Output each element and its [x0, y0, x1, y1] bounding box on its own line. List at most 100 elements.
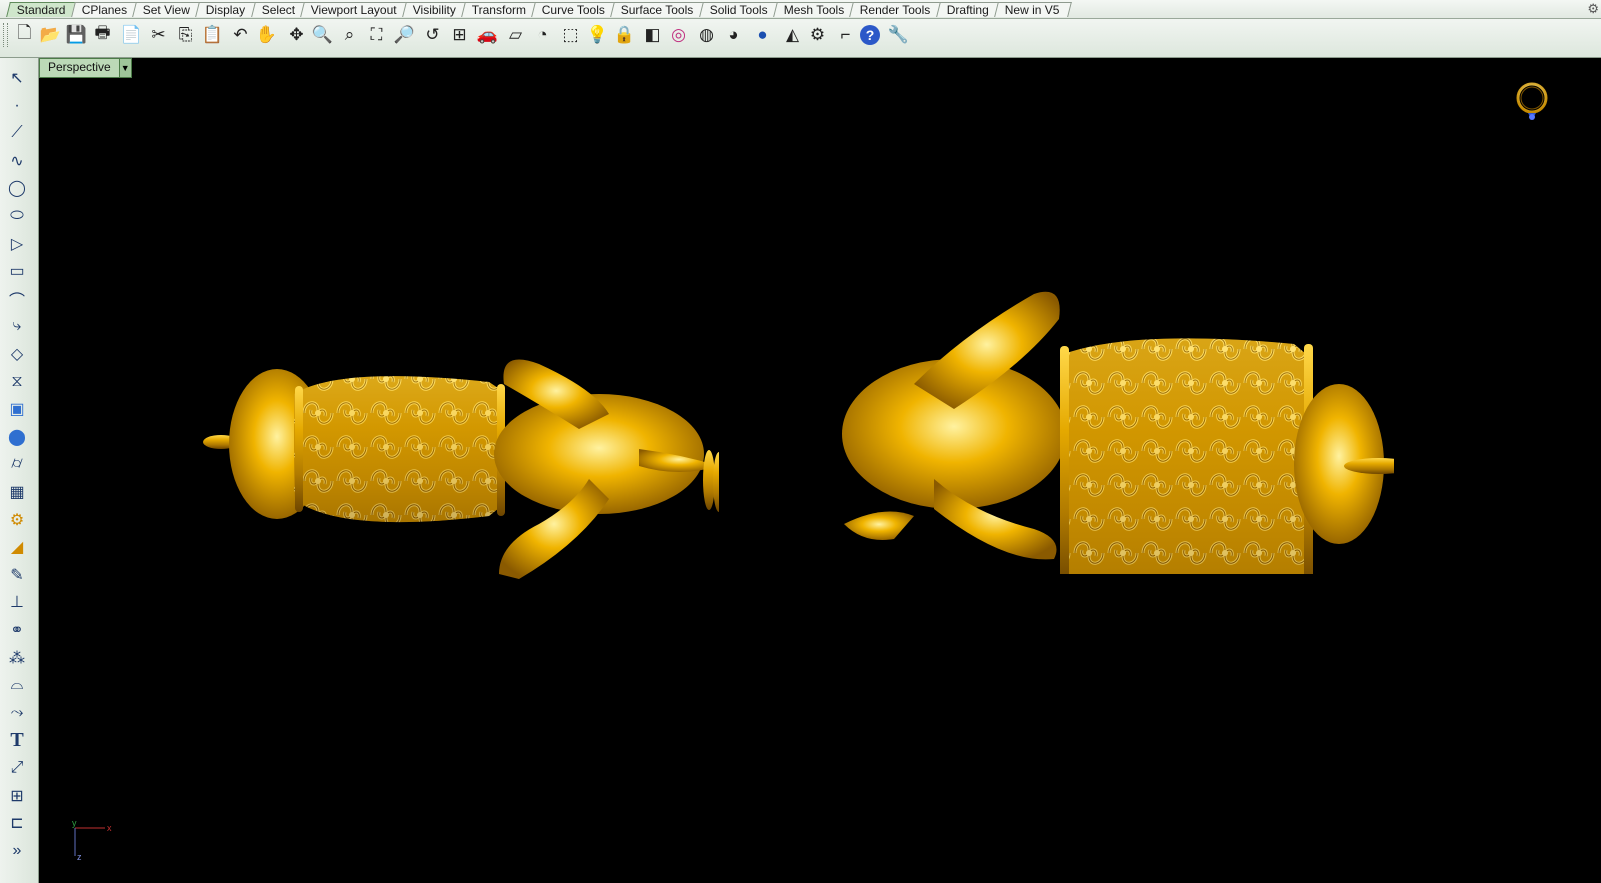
zoom-extents-icon[interactable]: ⛶ [364, 22, 389, 47]
open-folder-icon[interactable]: 📂 [38, 22, 63, 47]
more-icon[interactable]: » [4, 839, 30, 863]
tab-solid-tools[interactable]: Solid Tools [698, 2, 780, 17]
arc-icon[interactable]: ⌒ [4, 287, 30, 311]
paste-icon[interactable]: 📋 [200, 22, 225, 47]
viewport-title-tab[interactable]: Perspective ▼ [39, 58, 132, 78]
select-arrow-icon[interactable]: ↖ [4, 66, 30, 90]
tab-label: Viewport Layout [310, 3, 397, 17]
help-icon[interactable]: ? [860, 25, 880, 45]
viewport-menu-arrow-icon[interactable]: ▼ [118, 59, 131, 77]
polyline-icon[interactable]: ⟋ [4, 121, 30, 145]
point-icon[interactable]: · [4, 94, 30, 118]
tab-transform[interactable]: Transform [461, 2, 538, 17]
extend-icon[interactable]: ⤳ [4, 701, 30, 725]
four-viewports-icon[interactable]: ⊞ [447, 22, 472, 47]
tab-label: Render Tools [859, 3, 931, 17]
dimension-left-icon[interactable]: ⊏ [4, 811, 30, 835]
axis-y-label: y [72, 818, 77, 828]
fillet-curve-icon[interactable]: ⤷ [4, 314, 30, 338]
polygon-icon[interactable]: ▷ [4, 232, 30, 256]
tab-label: Surface Tools [621, 3, 694, 17]
main-left-toolbar: ↖ · ⟋ ∿ ◯ ⬭ ▷ ▭ ⌒ ⤷ ◇ ⧖ ▣ ⬤ ⌭ ▦ ⚙ ◢ ✎ ⊥ ⚭ ⁂ ⌓ ⤳ T ⤢ ⊞ ⊏ » [0, 58, 39, 883]
tab-display[interactable]: Display [195, 2, 258, 17]
mesh-icon[interactable]: ▦ [4, 480, 30, 504]
cut-icon[interactable]: ✂ [146, 22, 171, 47]
zoom-window-icon[interactable]: ⌕ [337, 22, 362, 47]
standard-toolbar: 🗋 📂 💾 🖶 📄 ✂ ⎘ 📋 ↶ ✋ ✥ 🔍 ⌕ ⛶ 🔎 ↺ ⊞ 🚗 ▱ ◔ ⬚ 💡 🔒 ◧ ◎ ◍ ◕ ● ◭ ⚙ ⌐? 🔧 [0, 19, 1601, 58]
rectangle-icon[interactable]: ▭ [4, 259, 30, 283]
curve-control-points-icon[interactable]: ∿ [4, 149, 30, 173]
new-file-icon[interactable]: 🗋 [12, 22, 37, 47]
color-wheel-icon[interactable]: ◎ [666, 22, 691, 47]
trim-icon[interactable]: ✎ [4, 563, 30, 587]
car-options-icon[interactable]: 🚗 [475, 22, 500, 47]
wireframe-sphere-icon[interactable]: ◍ [694, 22, 719, 47]
tab-curve-tools[interactable]: Curve Tools [531, 2, 618, 17]
tab-viewport-layout[interactable]: Viewport Layout [300, 2, 409, 17]
filter-icon[interactable]: ◭ [780, 22, 805, 47]
shaded-sphere-icon[interactable]: ◕ [721, 22, 746, 47]
undo-view-icon[interactable]: ↺ [420, 22, 445, 47]
tool-icon[interactable]: 🔧 [886, 22, 911, 47]
undo-icon[interactable]: ↶ [228, 22, 253, 47]
text-icon[interactable]: T [4, 728, 30, 752]
circle-icon[interactable]: ◯ [4, 176, 30, 200]
tab-set-view[interactable]: Set View [132, 2, 203, 17]
world-axis-indicator: x y z [72, 818, 112, 862]
tab-select[interactable]: Select [250, 2, 307, 17]
dimension-icon[interactable]: ⌐ [833, 22, 858, 47]
viewport-title-label[interactable]: Perspective [40, 59, 119, 77]
lock-icon[interactable]: 🔒 [612, 22, 637, 47]
tab-standard[interactable]: Standard [6, 2, 78, 17]
gold-ornament-model-left[interactable] [199, 294, 719, 584]
tab-render-tools[interactable]: Render Tools [849, 2, 943, 17]
tab-options-gear-icon[interactable]: ⚙ [1587, 1, 1599, 17]
tab-new-in-v5[interactable]: New in V5 [993, 2, 1072, 17]
box-solid-icon[interactable]: ▣ [4, 397, 30, 421]
print-icon[interactable]: 🖶 [90, 22, 115, 47]
tab-label: Standard [16, 3, 66, 17]
array-icon[interactable]: ⊞ [4, 784, 30, 808]
loft-icon[interactable]: ⧖ [4, 370, 30, 394]
cplane-icon[interactable]: ▱ [503, 22, 528, 47]
tab-label: Curve Tools [541, 3, 606, 17]
sphere-solid-icon[interactable]: ⬤ [4, 425, 30, 449]
offset-curve-icon[interactable]: ⌓ [4, 673, 30, 697]
tab-label: Select [261, 3, 295, 17]
scale-icon[interactable]: ⤢ [4, 756, 30, 780]
tab-label: Set View [142, 3, 190, 17]
options-gear-icon[interactable]: ⚙ [805, 22, 830, 47]
tab-visibility[interactable]: Visibility [401, 2, 468, 17]
surface-from-points-icon[interactable]: ◇ [4, 342, 30, 366]
select-points-icon[interactable]: ⬚ [558, 22, 583, 47]
properties-icon[interactable]: ◧ [640, 22, 665, 47]
rotate-view-icon[interactable]: ✥ [284, 22, 309, 47]
split-icon[interactable]: ⊥ [4, 590, 30, 614]
rendered-sphere-icon[interactable]: ● [750, 22, 775, 47]
gold-ornament-model-right[interactable] [834, 274, 1394, 574]
analyze-icon[interactable]: ◢ [4, 535, 30, 559]
tab-surface-tools[interactable]: Surface Tools [610, 2, 706, 17]
pan-hand-icon[interactable]: ✋ [254, 22, 279, 47]
tab-cplanes[interactable]: CPlanes [70, 2, 139, 17]
perspective-viewport[interactable]: Perspective ▼ x y z [39, 58, 1601, 883]
layer-icon[interactable]: ◔ [530, 22, 555, 47]
zoom-selected-icon[interactable]: 🔎 [392, 22, 417, 47]
tab-label: Visibility [412, 3, 456, 17]
boolean-icon[interactable]: ⚭ [4, 618, 30, 642]
import-icon[interactable]: 📄 [119, 22, 144, 47]
light-icon[interactable]: 💡 [585, 22, 610, 47]
cylinder-icon[interactable]: ⌭ [4, 452, 30, 476]
gear-transform-icon[interactable]: ⚙ [4, 508, 30, 532]
tab-label: CPlanes [81, 3, 127, 17]
save-icon[interactable]: 💾 [64, 22, 89, 47]
axis-z-label: z [77, 852, 82, 862]
group-icon[interactable]: ⁂ [4, 646, 30, 670]
tab-label: Transform [471, 3, 526, 17]
ellipse-icon[interactable]: ⬭ [4, 204, 30, 228]
toolbar-grip[interactable] [3, 23, 8, 47]
tab-drafting[interactable]: Drafting [935, 2, 1001, 17]
tab-mesh-tools[interactable]: Mesh Tools [772, 2, 856, 17]
copy-icon[interactable]: ⎘ [173, 22, 198, 47]
zoom-dynamic-icon[interactable]: 🔍 [310, 22, 335, 47]
